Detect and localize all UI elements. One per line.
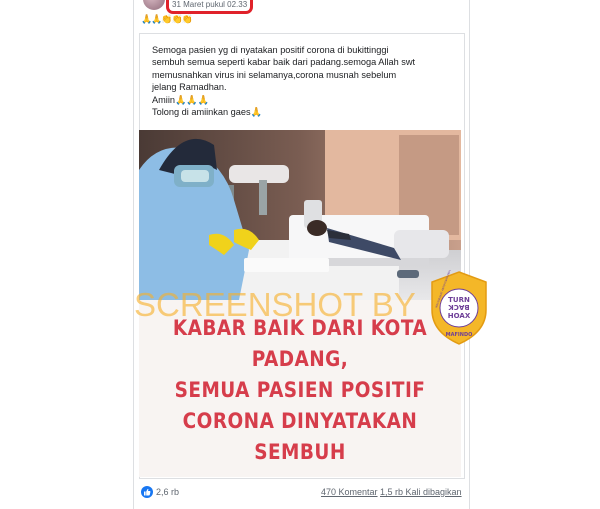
shield-icon: TURN BACK HOAX MAFINDO MASYARAKAT ANTIFI… xyxy=(431,261,487,345)
badge-ring-bottom: MAFINDO xyxy=(446,332,473,338)
turnbackhoax-badge: TURN BACK HOAX MAFINDO MASYARAKAT ANTIFI… xyxy=(428,261,490,346)
comments-link[interactable]: 470 Komentar xyxy=(321,487,378,497)
badge-line-3: HOAX xyxy=(448,312,471,320)
post-caption: Semoga pasien yg di nyatakan positif cor… xyxy=(152,45,416,118)
like-icon[interactable] xyxy=(141,486,153,498)
shares-link[interactable]: 1,5 rb Kali dibagikan xyxy=(380,487,462,497)
image-headline: KABAR BAIK DARI KOTA PADANG, SEMUA PASIE… xyxy=(172,316,428,464)
post-photo[interactable] xyxy=(139,130,461,300)
timestamp-highlight xyxy=(166,0,253,14)
thumbs-up-icon xyxy=(144,488,151,496)
hospital-photo xyxy=(139,130,461,300)
badge-line-2: BACK xyxy=(448,303,470,311)
emoji-line: 🙏🙏👏👏👏 xyxy=(141,15,193,25)
badge-line-1: TURN xyxy=(448,296,470,304)
reaction-count[interactable]: 2,6 rb xyxy=(156,487,179,497)
post-footer: 2,6 rb 470 Komentar 1,5 rb Kali dibagika… xyxy=(139,484,463,504)
screenshot-watermark: SCREENSHOT BY xyxy=(134,286,416,323)
